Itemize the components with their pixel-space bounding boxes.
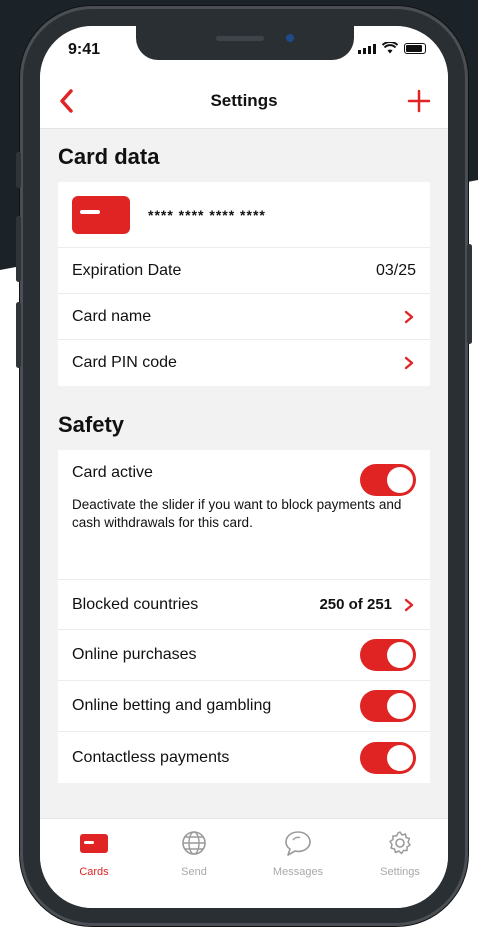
nav-bar: Settings — [40, 76, 448, 129]
card-data-group: **** **** **** **** Expiration Date 03/2… — [58, 182, 430, 386]
betting-toggle[interactable] — [360, 690, 416, 722]
card-active-description: Deactivate the slider if you want to blo… — [72, 497, 402, 530]
gear-icon — [389, 831, 411, 855]
tab-settings[interactable]: Settings — [360, 829, 440, 878]
tab-send[interactable]: Send — [154, 829, 234, 878]
power-button — [467, 244, 472, 344]
chevron-right-icon — [404, 598, 414, 611]
card-data-heading: Card data — [58, 144, 160, 169]
battery-icon — [404, 43, 426, 54]
card-name-row[interactable]: Card name — [58, 294, 430, 340]
tab-send-label: Send — [181, 866, 207, 878]
tab-cards[interactable]: Cards — [54, 829, 134, 878]
blocked-countries-row[interactable]: Blocked countries 250 of 251 — [58, 580, 430, 630]
card-pin-label: Card PIN code — [72, 354, 177, 371]
signal-icon — [358, 44, 376, 54]
expiration-row: Expiration Date 03/25 — [58, 248, 430, 294]
online-purchases-label: Online purchases — [72, 646, 197, 663]
card-icon — [72, 195, 130, 234]
expiration-label: Expiration Date — [72, 261, 182, 279]
mute-switch — [16, 152, 21, 188]
tab-settings-label: Settings — [380, 866, 420, 878]
speaker — [216, 36, 264, 41]
betting-label: Online betting and gambling — [72, 697, 272, 714]
tab-bar: Cards Send Messages Settings — [40, 818, 448, 908]
betting-row: Online betting and gambling — [58, 681, 430, 732]
card-active-row: Card active Deactivate the slider if you… — [58, 450, 430, 580]
volume-up-button — [16, 216, 21, 282]
online-purchases-row: Online purchases — [58, 630, 430, 681]
status-time: 9:41 — [68, 41, 101, 58]
contactless-row: Contactless payments — [58, 732, 430, 783]
contactless-label: Contactless payments — [72, 748, 230, 766]
card-icon — [80, 834, 108, 853]
blocked-countries-label: Blocked countries — [72, 595, 199, 613]
card-number-row: **** **** **** **** — [58, 182, 430, 248]
tab-messages[interactable]: Messages — [258, 829, 338, 878]
camera — [286, 34, 294, 42]
expiration-value: 03/25 — [375, 261, 416, 279]
page-title: Settings — [210, 91, 278, 110]
screen: 9:41 Settings Card data **** **** **** *… — [40, 26, 448, 908]
status-icons — [358, 42, 426, 54]
chat-bubble-icon — [285, 831, 311, 856]
card-pin-row[interactable]: Card PIN code — [58, 340, 430, 386]
blocked-countries-value: 250 of 251 — [319, 596, 392, 613]
safety-heading: Safety — [58, 412, 125, 437]
tab-messages-label: Messages — [272, 866, 324, 878]
volume-down-button — [16, 302, 21, 368]
plus-icon[interactable] — [404, 86, 434, 116]
card-active-toggle[interactable] — [360, 464, 416, 496]
notch — [136, 26, 354, 60]
safety-group: Card active Deactivate the slider if you… — [58, 450, 430, 783]
card-number: **** **** **** **** — [148, 206, 266, 223]
wifi-icon — [382, 42, 398, 54]
globe-icon — [182, 831, 206, 855]
tab-cards-label: Cards — [79, 866, 109, 878]
online-purchases-toggle[interactable] — [360, 639, 416, 671]
contactless-toggle[interactable] — [360, 741, 416, 774]
chevron-right-icon — [404, 356, 414, 370]
card-name-label: Card name — [72, 307, 152, 325]
chevron-right-icon — [404, 310, 414, 323]
